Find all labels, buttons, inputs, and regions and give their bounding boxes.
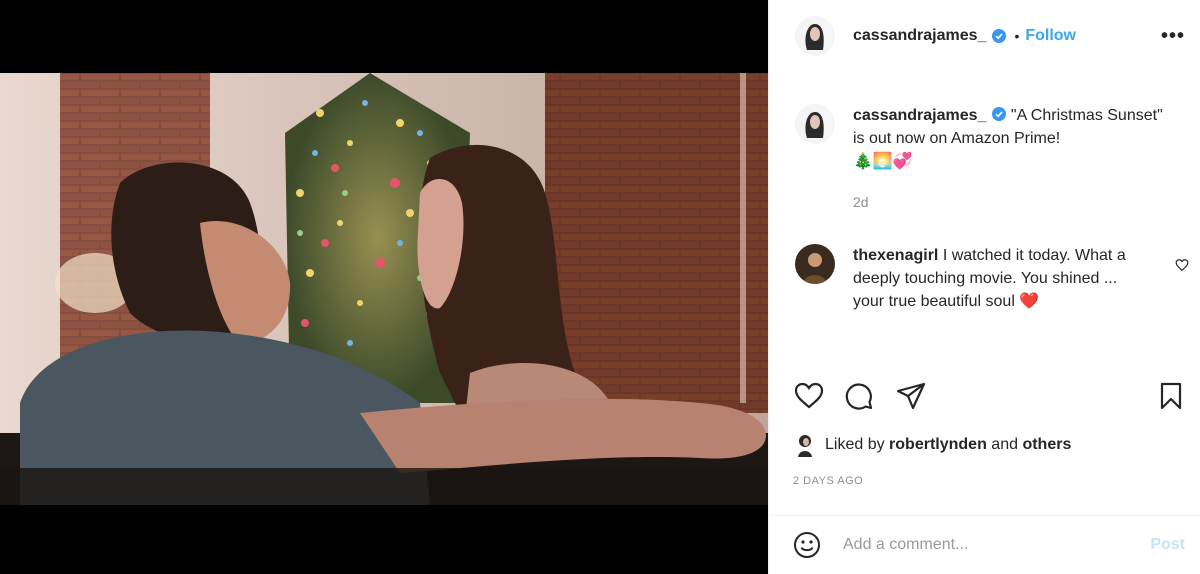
action-bar [793, 380, 1185, 412]
post-comment-button[interactable]: Post [1150, 536, 1185, 554]
add-comment-bar: Post [769, 515, 1200, 574]
post-header: cassandrajames_ • Follow ••• [769, 0, 1200, 72]
likes-connector: and [991, 436, 1018, 453]
commenter-avatar[interactable] [795, 244, 835, 284]
post-timestamp[interactable]: 2 days ago [793, 475, 863, 487]
comment-emoji: ❤️ [1019, 293, 1040, 310]
caption-timestamp[interactable]: 2d [853, 191, 1173, 214]
comment-like-heart-icon[interactable] [1175, 258, 1189, 272]
caption-username[interactable]: cassandrajames_ [853, 107, 986, 124]
video-frame[interactable] [0, 73, 768, 505]
author-username[interactable]: cassandrajames_ [853, 27, 986, 45]
comment-username[interactable]: thexenagirl [853, 247, 938, 264]
author-avatar[interactable] [795, 16, 835, 56]
likes-prefix: Liked by [825, 436, 885, 453]
comment-bubble-icon[interactable] [843, 380, 875, 412]
post-sidebar: cassandrajames_ • Follow ••• cassandraja… [768, 0, 1200, 574]
caption-emojis: 🎄🌅💞 [853, 153, 913, 170]
liker-avatar[interactable] [795, 433, 815, 457]
paper-plane-icon[interactable] [895, 380, 927, 412]
liker-username[interactable]: robertlynden [889, 436, 987, 454]
verified-badge-icon [992, 107, 1007, 121]
caption-author-avatar[interactable] [795, 104, 835, 144]
caption-body: cassandrajames_ "A Christmas Sunset" is … [853, 104, 1173, 214]
post-caption: cassandrajames_ "A Christmas Sunset" is … [795, 104, 1185, 214]
comment-item: thexenagirl I watched it today. What a d… [795, 244, 1195, 313]
header-separator: • [1014, 28, 1020, 44]
comment-body: thexenagirl I watched it today. What a d… [853, 244, 1143, 313]
more-options-icon[interactable]: ••• [1161, 25, 1185, 48]
follow-button[interactable]: Follow [1025, 27, 1076, 45]
verified-badge-icon [992, 29, 1007, 43]
likes-others-link[interactable]: others [1022, 436, 1071, 454]
likes-summary: Liked by robertlynden and others [795, 433, 1071, 457]
emoji-icon[interactable] [793, 531, 821, 559]
heart-icon[interactable] [793, 380, 825, 412]
bookmark-icon[interactable] [1155, 380, 1187, 412]
movie-still-image [0, 73, 768, 505]
comment-input[interactable] [843, 536, 1133, 554]
post-media[interactable] [0, 0, 768, 574]
